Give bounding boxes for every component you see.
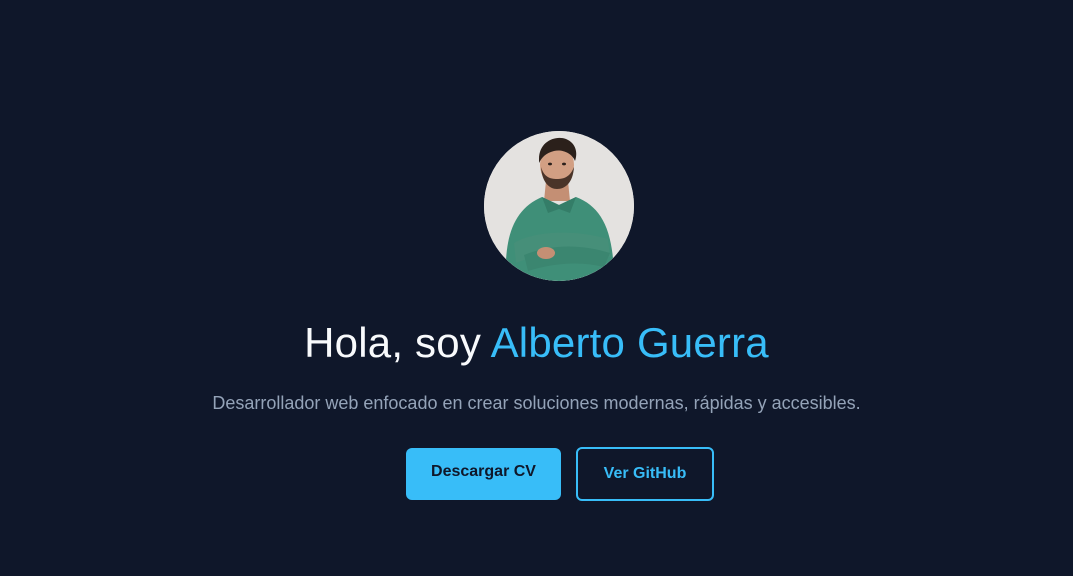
github-label: Ver GitHub: [603, 465, 687, 482]
avatar: [484, 131, 634, 281]
hero-tagline: Desarrollador web enfocado en crear solu…: [212, 393, 861, 413]
hero-title: Hola, soy Alberto Guerra: [0, 318, 1073, 368]
avatar-photo: [484, 131, 634, 281]
github-button[interactable]: Ver GitHub: [576, 447, 714, 501]
greeting-text: Hola, soy: [304, 319, 482, 366]
download-cv-label: Descargar CV: [431, 463, 536, 480]
name-highlight: Alberto Guerra: [490, 319, 769, 366]
download-cv-button[interactable]: Descargar CV: [406, 448, 561, 500]
hero-section: Hola, soy Alberto Guerra Desarrollador w…: [0, 0, 1073, 576]
